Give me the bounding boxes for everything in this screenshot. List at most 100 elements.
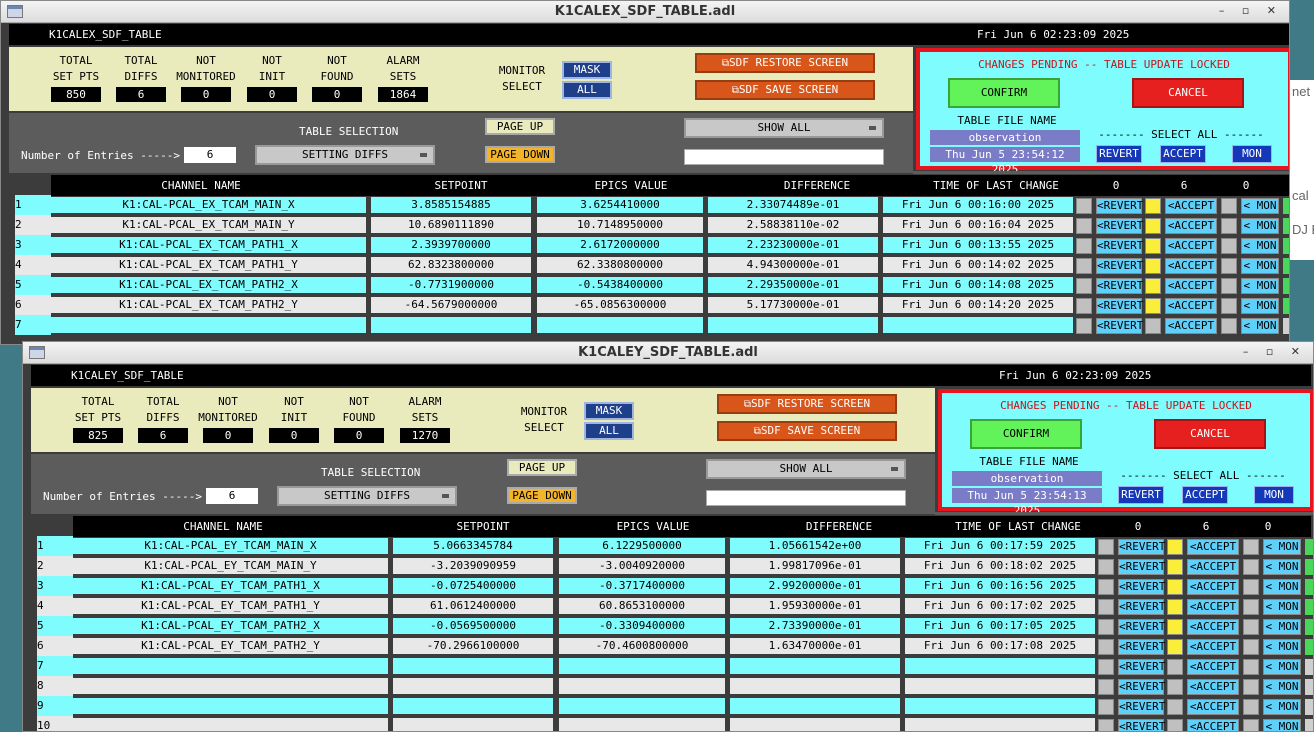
row-accept-button[interactable]: <ACCEPT xyxy=(1187,719,1239,731)
mon-checkbox[interactable] xyxy=(1243,639,1259,655)
row-mon-button[interactable]: < MON xyxy=(1263,559,1301,575)
sdf-save-screen-button[interactable]: ⧉SDF SAVE SCREEN xyxy=(717,421,897,441)
table-selection-menu[interactable]: SETTING DIFFS xyxy=(255,145,435,165)
title-bar[interactable]: K1CALEY_SDF_TABLE.adl – ▫ ✕ xyxy=(23,342,1313,364)
select-all-mon-button[interactable]: MON xyxy=(1232,145,1272,163)
row-mon-button[interactable]: < MON xyxy=(1263,619,1301,635)
show-filter-input[interactable] xyxy=(684,149,884,165)
accept-checkbox[interactable] xyxy=(1145,238,1161,254)
page-down-button[interactable]: PAGE DOWN xyxy=(507,487,577,504)
row-accept-button[interactable]: <ACCEPT xyxy=(1165,298,1217,314)
revert-checkbox[interactable] xyxy=(1098,639,1114,655)
row-mon-button[interactable]: < MON xyxy=(1263,579,1301,595)
row-accept-button[interactable]: <ACCEPT xyxy=(1187,699,1239,715)
row-mon-button[interactable]: < MON xyxy=(1263,639,1301,655)
accept-checkbox[interactable] xyxy=(1145,258,1161,274)
row-mon-button[interactable]: < MON xyxy=(1241,198,1279,214)
revert-checkbox[interactable] xyxy=(1098,619,1114,635)
revert-checkbox[interactable] xyxy=(1076,258,1092,274)
revert-checkbox[interactable] xyxy=(1098,679,1114,695)
accept-checkbox[interactable] xyxy=(1145,218,1161,234)
confirm-button[interactable]: CONFIRM xyxy=(970,419,1082,449)
row-revert-button[interactable]: <REVERT xyxy=(1096,258,1143,274)
revert-checkbox[interactable] xyxy=(1076,318,1092,334)
row-revert-button[interactable]: <REVERT xyxy=(1096,298,1143,314)
page-up-button[interactable]: PAGE UP xyxy=(485,118,555,135)
revert-checkbox[interactable] xyxy=(1098,539,1114,555)
row-revert-button[interactable]: <REVERT xyxy=(1118,579,1165,595)
mon-checkbox[interactable] xyxy=(1243,599,1259,615)
all-button[interactable]: ALL xyxy=(584,422,634,440)
row-revert-button[interactable]: <REVERT xyxy=(1118,719,1165,731)
window-controls[interactable]: – ▫ ✕ xyxy=(1243,345,1307,358)
cancel-button[interactable]: CANCEL xyxy=(1154,419,1266,449)
select-all-mon-button[interactable]: MON xyxy=(1254,486,1294,504)
revert-checkbox[interactable] xyxy=(1076,278,1092,294)
row-accept-button[interactable]: <ACCEPT xyxy=(1187,659,1239,675)
row-accept-button[interactable]: <ACCEPT xyxy=(1165,218,1217,234)
revert-checkbox[interactable] xyxy=(1098,659,1114,675)
row-revert-button[interactable]: <REVERT xyxy=(1118,539,1165,555)
revert-checkbox[interactable] xyxy=(1098,719,1114,731)
row-mon-button[interactable]: < MON xyxy=(1263,599,1301,615)
row-revert-button[interactable]: <REVERT xyxy=(1118,679,1165,695)
mon-checkbox[interactable] xyxy=(1243,539,1259,555)
row-mon-button[interactable]: < MON xyxy=(1263,719,1301,731)
row-accept-button[interactable]: <ACCEPT xyxy=(1187,539,1239,555)
title-bar[interactable]: K1CALEX_SDF_TABLE.adl – ▫ ✕ xyxy=(1,1,1289,23)
row-accept-button[interactable]: <ACCEPT xyxy=(1187,619,1239,635)
row-accept-button[interactable]: <ACCEPT xyxy=(1165,318,1217,334)
row-mon-button[interactable]: < MON xyxy=(1241,318,1279,334)
row-accept-button[interactable]: <ACCEPT xyxy=(1187,559,1239,575)
mon-checkbox[interactable] xyxy=(1221,218,1237,234)
sdf-restore-screen-button[interactable]: ⧉SDF RESTORE SCREEN xyxy=(717,394,897,414)
page-down-button[interactable]: PAGE DOWN xyxy=(485,146,555,163)
window-controls[interactable]: – ▫ ✕ xyxy=(1219,4,1283,17)
row-mon-button[interactable]: < MON xyxy=(1241,218,1279,234)
row-mon-button[interactable]: < MON xyxy=(1263,659,1301,675)
mon-checkbox[interactable] xyxy=(1243,719,1259,731)
accept-checkbox[interactable] xyxy=(1167,539,1183,555)
row-revert-button[interactable]: <REVERT xyxy=(1118,619,1165,635)
row-mon-button[interactable]: < MON xyxy=(1263,679,1301,695)
mon-checkbox[interactable] xyxy=(1221,318,1237,334)
revert-checkbox[interactable] xyxy=(1076,218,1092,234)
row-mon-button[interactable]: < MON xyxy=(1263,539,1301,555)
row-mon-button[interactable]: < MON xyxy=(1263,699,1301,715)
row-revert-button[interactable]: <REVERT xyxy=(1118,559,1165,575)
row-revert-button[interactable]: <REVERT xyxy=(1096,318,1143,334)
row-accept-button[interactable]: <ACCEPT xyxy=(1165,238,1217,254)
select-all-accept-button[interactable]: ACCEPT xyxy=(1160,145,1206,163)
revert-checkbox[interactable] xyxy=(1098,699,1114,715)
row-accept-button[interactable]: <ACCEPT xyxy=(1165,258,1217,274)
accept-checkbox[interactable] xyxy=(1167,659,1183,675)
row-revert-button[interactable]: <REVERT xyxy=(1096,218,1143,234)
mask-button[interactable]: MASK xyxy=(562,61,612,79)
row-mon-button[interactable]: < MON xyxy=(1241,258,1279,274)
accept-checkbox[interactable] xyxy=(1167,599,1183,615)
cancel-button[interactable]: CANCEL xyxy=(1132,78,1244,108)
row-revert-button[interactable]: <REVERT xyxy=(1096,238,1143,254)
mon-checkbox[interactable] xyxy=(1243,559,1259,575)
sdf-table-window-ey[interactable]: K1CALEY_SDF_TABLE.adl – ▫ ✕ K1CALEY_SDF_TA… xyxy=(22,341,1314,732)
accept-checkbox[interactable] xyxy=(1145,318,1161,334)
select-all-revert-button[interactable]: REVERT xyxy=(1096,145,1142,163)
row-accept-button[interactable]: <ACCEPT xyxy=(1187,599,1239,615)
page-up-button[interactable]: PAGE UP xyxy=(507,459,577,476)
sdf-restore-screen-button[interactable]: ⧉SDF RESTORE SCREEN xyxy=(695,53,875,73)
sdf-save-screen-button[interactable]: ⧉SDF SAVE SCREEN xyxy=(695,80,875,100)
row-revert-button[interactable]: <REVERT xyxy=(1096,278,1143,294)
accept-checkbox[interactable] xyxy=(1167,699,1183,715)
accept-checkbox[interactable] xyxy=(1145,298,1161,314)
select-all-accept-button[interactable]: ACCEPT xyxy=(1182,486,1228,504)
row-accept-button[interactable]: <ACCEPT xyxy=(1187,639,1239,655)
row-revert-button[interactable]: <REVERT xyxy=(1118,639,1165,655)
accept-checkbox[interactable] xyxy=(1145,278,1161,294)
revert-checkbox[interactable] xyxy=(1098,579,1114,595)
mon-checkbox[interactable] xyxy=(1221,198,1237,214)
accept-checkbox[interactable] xyxy=(1167,559,1183,575)
show-filter-input[interactable] xyxy=(706,490,906,506)
accept-checkbox[interactable] xyxy=(1167,639,1183,655)
accept-checkbox[interactable] xyxy=(1167,619,1183,635)
mon-checkbox[interactable] xyxy=(1243,659,1259,675)
